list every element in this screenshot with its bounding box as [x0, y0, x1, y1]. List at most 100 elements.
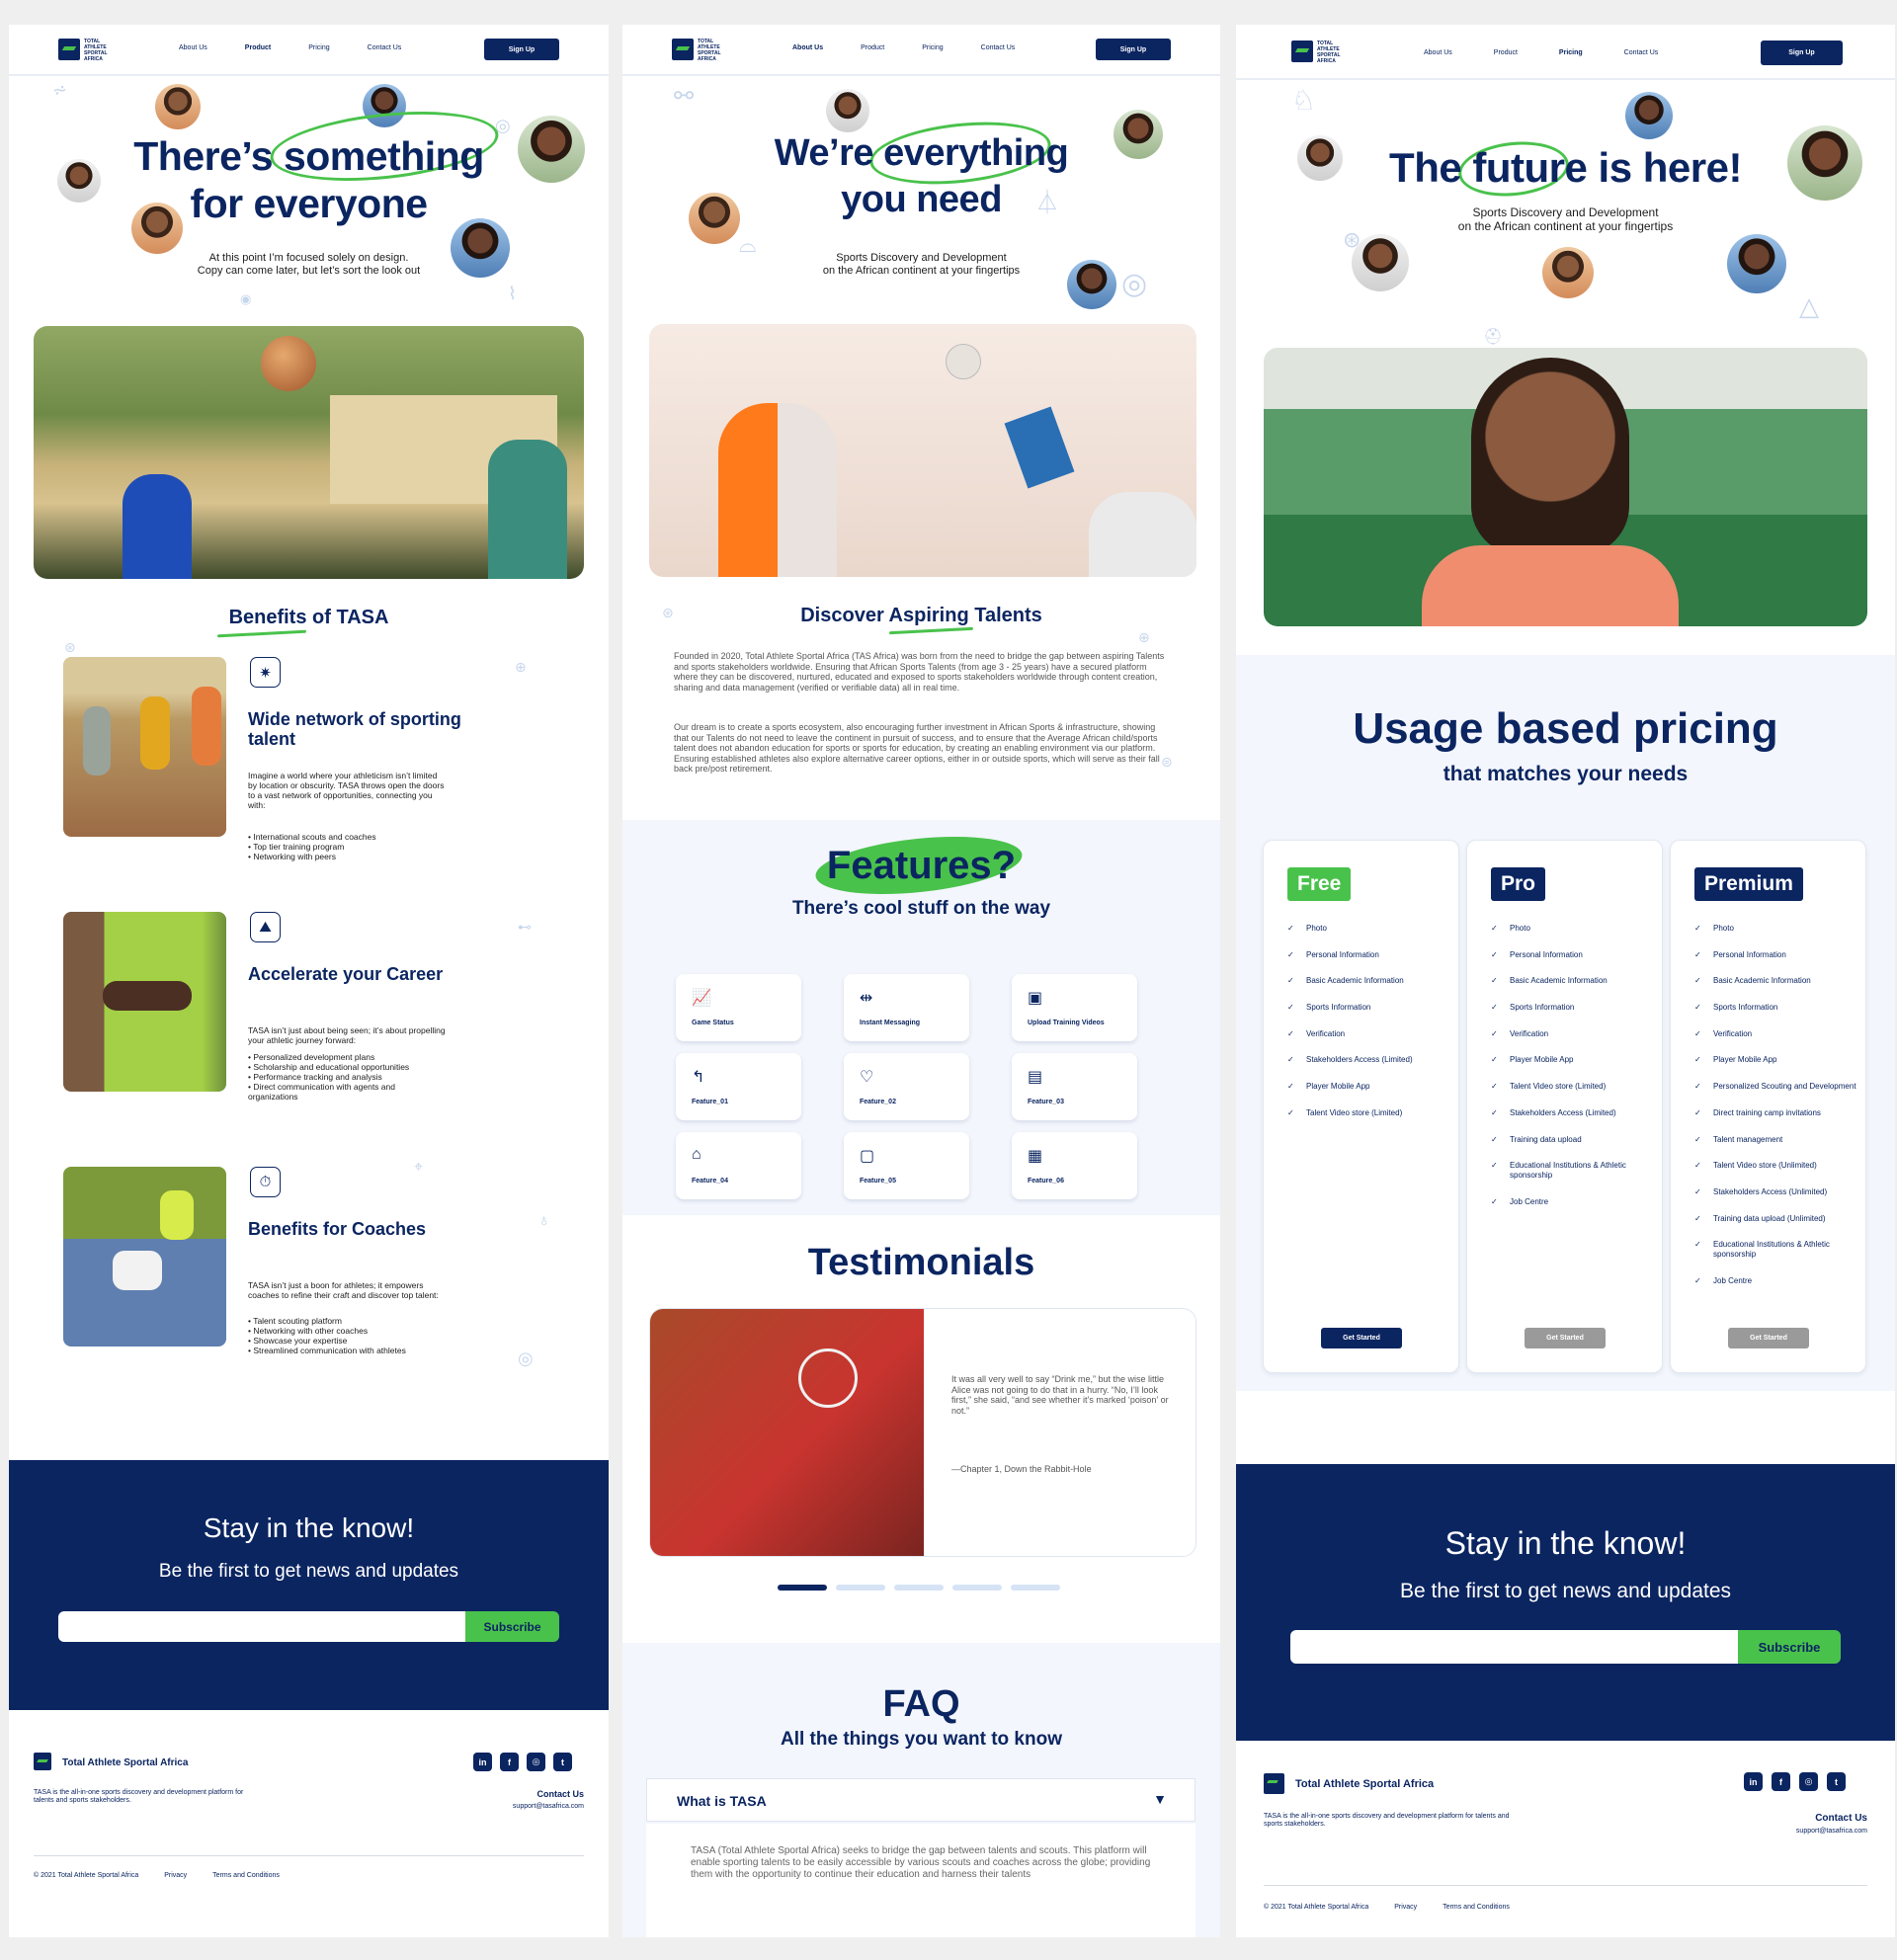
testimonial-source: —Chapter 1, Down the Rabbit-Hole [951, 1464, 1092, 1474]
network-icon: ✷ [250, 657, 281, 688]
testimonial-quote: It was all very well to say “Drink me,” … [951, 1374, 1169, 1416]
plan-feature-item: Talent Video store (Limited) [1287, 1108, 1450, 1118]
nav-contact[interactable]: Contact Us [981, 44, 1016, 51]
sneaker-icon: ⌂ [692, 1146, 701, 1163]
nav-pricing[interactable]: Pricing [922, 44, 943, 51]
logo-text: TOTAL ATHLETE SPORTAL AFRICA [84, 39, 108, 62]
about-paragraph-2: Our dream is to create a sports ecosyste… [674, 722, 1160, 774]
nav-contact[interactable]: Contact Us [368, 44, 402, 51]
nav-pricing[interactable]: Pricing [1559, 49, 1583, 56]
nav-product[interactable]: Product [861, 44, 884, 51]
plan-feature-item: Talent management [1694, 1135, 1857, 1145]
privacy-link[interactable]: Privacy [164, 1872, 187, 1879]
faq-question[interactable]: What is TASA ▼ [646, 1778, 1196, 1822]
nav-pricing[interactable]: Pricing [308, 44, 329, 51]
linkedin-icon[interactable]: in [473, 1753, 492, 1771]
carousel-dot[interactable] [894, 1585, 944, 1591]
tasa-logo[interactable] [58, 39, 80, 60]
plan-feature-item: Verification [1491, 1029, 1654, 1039]
nav-links: About Us Product Pricing Contact Us [179, 44, 401, 51]
hero-title-line2: you need [841, 179, 1002, 220]
hero-sub-line1: At this point I’m focused solely on desi… [208, 252, 409, 264]
email-input[interactable] [1290, 1630, 1755, 1664]
nav-about[interactable]: About Us [179, 44, 207, 51]
canvas: TOTAL ATHLETE SPORTAL AFRICA About Us Pr… [0, 0, 1897, 1960]
feature-card[interactable]: ▣ Upload Training Videos [1012, 974, 1137, 1041]
plan-feature-item: Verification [1287, 1029, 1450, 1039]
carousel-dot[interactable] [778, 1585, 827, 1591]
product-page: TOTAL ATHLETE SPORTAL AFRICA About Us Pr… [9, 25, 609, 1937]
chevron-down-icon[interactable]: ▼ [1153, 1791, 1167, 1807]
tasa-logo[interactable] [672, 39, 694, 60]
get-started-button[interactable]: Get Started [1728, 1328, 1809, 1348]
email-input[interactable] [58, 1611, 475, 1642]
instagram-icon[interactable]: ◎ [527, 1753, 545, 1771]
footer-contact-label: Contact Us [536, 1789, 584, 1799]
instagram-icon[interactable]: ◎ [1799, 1772, 1818, 1791]
carousel-dot[interactable] [836, 1585, 885, 1591]
plan-features: Photo Personal Information Basic Academic … [1287, 924, 1450, 1135]
plan-feature-item: Personal Information [1694, 950, 1857, 960]
swim-icon: ⩫ [52, 80, 68, 100]
footer-logo[interactable] [34, 1753, 51, 1770]
hero-photo [1264, 348, 1867, 626]
carousel-dot[interactable] [1011, 1585, 1060, 1591]
linkedin-icon[interactable]: in [1744, 1772, 1763, 1791]
newsletter-section: Stay in the know! Be the first to get ne… [9, 1460, 609, 1710]
benefit-photo [63, 657, 226, 837]
benefit-photo [63, 912, 226, 1092]
signup-button[interactable]: Sign Up [484, 39, 559, 60]
plan-feature-item: Stakeholders Access (Limited) [1491, 1108, 1654, 1118]
terms-link[interactable]: Terms and Conditions [1443, 1904, 1510, 1911]
newsletter-sub: Be the first to get news and updates [1399, 1580, 1732, 1602]
footer-email[interactable]: support@tasafrica.com [513, 1803, 584, 1810]
footer-logo[interactable] [1264, 1773, 1284, 1794]
feature-card[interactable]: 📈 Game Status [676, 974, 801, 1041]
feature-card[interactable]: ↰ Feature_01 [676, 1053, 801, 1120]
plan-feature-item: Personalized Scouting and Development [1694, 1082, 1857, 1092]
pricing-page: TOTAL ATHLETE SPORTAL AFRICA About Us Pr… [1236, 25, 1895, 1937]
pricing-sub: that matches your needs [1443, 763, 1689, 785]
title-underline [216, 629, 307, 638]
get-started-button[interactable]: Get Started [1525, 1328, 1606, 1348]
benefit-list: Personalized development plans Scholarsh… [248, 1052, 446, 1102]
plan-feature-item: Photo [1287, 924, 1450, 934]
subscribe-button[interactable]: Subscribe [1738, 1630, 1841, 1664]
privacy-link[interactable]: Privacy [1394, 1904, 1417, 1911]
feature-card[interactable]: ⇹ Instant Messaging [844, 974, 969, 1041]
subscribe-button[interactable]: Subscribe [465, 1611, 559, 1642]
terms-link[interactable]: Terms and Conditions [212, 1872, 280, 1879]
footer-contact-label: Contact Us [1815, 1813, 1867, 1824]
footer-bottom: © 2021 Total Athlete Sportal Africa Priv… [34, 1872, 280, 1879]
footer-email[interactable]: support@tasafrica.com [1796, 1828, 1867, 1835]
feature-card[interactable]: ▤ Feature_03 [1012, 1053, 1137, 1120]
plan-features: Photo Personal Information Basic Academic … [1694, 924, 1857, 1303]
heart-pulse-icon: ♡ [860, 1069, 874, 1086]
tasa-logo[interactable] [1291, 41, 1313, 62]
feature-card[interactable]: ▢ Feature_05 [844, 1132, 969, 1199]
twitter-icon[interactable]: t [1827, 1772, 1846, 1791]
nav-contact[interactable]: Contact Us [1624, 49, 1659, 56]
twitter-icon[interactable]: t [553, 1753, 572, 1771]
plan-badge: Free [1287, 867, 1352, 901]
nav-about[interactable]: About Us [1424, 49, 1452, 56]
signup-button[interactable]: Sign Up [1096, 39, 1171, 60]
nav-links: About Us Product Pricing Contact Us [792, 44, 1015, 51]
facebook-icon[interactable]: f [1772, 1772, 1790, 1791]
carousel-dot[interactable] [952, 1585, 1002, 1591]
benefit-text: Imagine a world where your athleticism i… [248, 771, 445, 810]
get-started-button[interactable]: Get Started [1321, 1328, 1402, 1348]
feature-card[interactable]: ♡ Feature_02 [844, 1053, 969, 1120]
facebook-icon[interactable]: f [500, 1753, 519, 1771]
about-paragraph-1: Founded in 2020, Total Athlete Sportal A… [674, 651, 1165, 693]
footer-brand: Total Athlete Sportal Africa [1295, 1778, 1435, 1790]
plan-feature-item: Stakeholders Access (Unlimited) [1694, 1187, 1857, 1197]
feature-card[interactable]: ▦ Feature_06 [1012, 1132, 1137, 1199]
nav-about[interactable]: About Us [792, 44, 823, 51]
plan-feature-item: Verification [1694, 1029, 1857, 1039]
feature-card[interactable]: ⌂ Feature_04 [676, 1132, 801, 1199]
nav-product[interactable]: Product [245, 44, 271, 51]
signup-button[interactable]: Sign Up [1761, 41, 1843, 65]
nav-product[interactable]: Product [1494, 49, 1518, 56]
plan-features: Photo Personal Information Basic Academic … [1491, 924, 1654, 1224]
